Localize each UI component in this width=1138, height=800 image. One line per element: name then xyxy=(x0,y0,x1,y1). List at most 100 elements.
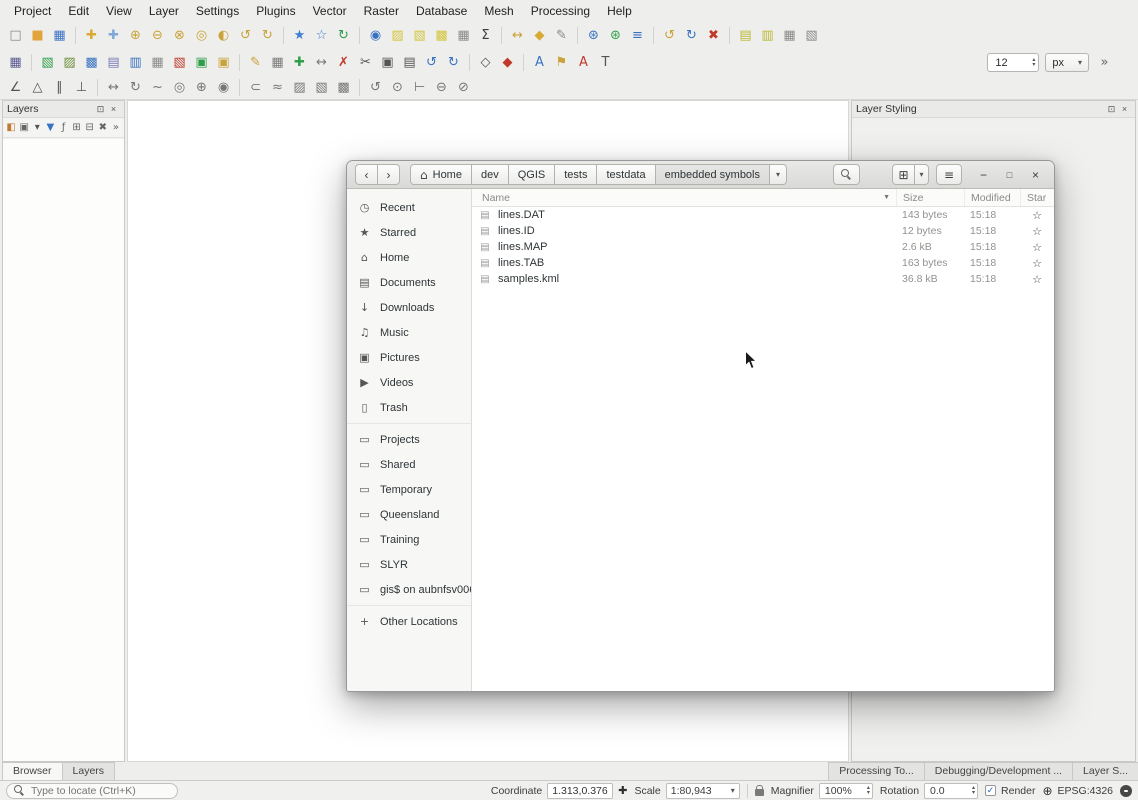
snapping-options-icon[interactable]: ◆ xyxy=(498,53,517,72)
toolbar-overflow-icon[interactable]: » xyxy=(1095,53,1114,72)
remove-layer-icon[interactable]: ✖ xyxy=(97,120,109,136)
column-modified[interactable]: Modified xyxy=(964,189,1020,206)
hamburger-menu-button[interactable]: ≡ xyxy=(936,164,962,185)
reshape-features-icon[interactable]: ≈ xyxy=(268,78,287,97)
measure-line-icon[interactable]: ↔ xyxy=(508,26,527,45)
pan-map-icon[interactable]: ✚ xyxy=(82,26,101,45)
sidebar-bookmark[interactable]: ▭ Shared xyxy=(347,452,471,477)
menubar-item[interactable]: View xyxy=(98,1,140,21)
menubar-item[interactable]: Processing xyxy=(523,1,598,21)
menubar-item[interactable]: Raster xyxy=(356,1,407,21)
sidebar-place[interactable]: ▶ Videos xyxy=(347,370,471,395)
crs-globe-icon[interactable]: ⊕ xyxy=(1042,784,1052,798)
menubar-item[interactable]: Plugins xyxy=(248,1,303,21)
menubar-item[interactable]: Database xyxy=(408,1,475,21)
path-dropdown-icon[interactable]: ▾ xyxy=(769,164,787,185)
zoom-to-layer-icon[interactable]: ◐ xyxy=(214,26,233,45)
coordinate-input[interactable] xyxy=(547,783,613,799)
messages-icon[interactable] xyxy=(1120,785,1132,797)
dock-tab[interactable]: Layer S... xyxy=(1072,762,1138,780)
sidebar-bookmark[interactable]: ▭ SLYR xyxy=(347,552,471,577)
pin-labels-icon[interactable]: ⚑ xyxy=(552,53,571,72)
add-postgis-layer-icon[interactable]: ▥ xyxy=(126,53,145,72)
add-feature-icon[interactable]: ✚ xyxy=(290,53,309,72)
scale-combo[interactable]: 1:80,943 ▾ xyxy=(666,783,740,799)
rotation-spinbox[interactable]: 0.0 ▴▾ xyxy=(924,783,978,799)
processing-toolbox-icon[interactable]: ⊛ xyxy=(584,26,603,45)
new-shapefile-layer-icon[interactable]: ▣ xyxy=(214,53,233,72)
star-toggle[interactable]: ☆ xyxy=(1032,273,1042,286)
panel-close-icon[interactable]: × xyxy=(1118,103,1131,116)
undo-icon[interactable]: ↺ xyxy=(660,26,679,45)
parallel-constraint-icon[interactable]: ∥ xyxy=(50,78,69,97)
advanced-digitizing-icon[interactable]: ∠ xyxy=(6,78,25,97)
manage-map-themes-icon[interactable]: ▾ xyxy=(31,120,43,136)
open-attribute-table-icon[interactable]: ▦ xyxy=(454,26,473,45)
layer-labeling-icon[interactable]: A xyxy=(530,53,549,72)
cut-features-icon[interactable]: ✂ xyxy=(356,53,375,72)
star-toggle[interactable]: ☆ xyxy=(1032,257,1042,270)
debug-bug-icon[interactable]: ✖ xyxy=(704,26,723,45)
close-button[interactable]: × xyxy=(1027,166,1044,183)
sidebar-place[interactable]: ⌂ Home xyxy=(347,245,471,270)
statistical-summary-icon[interactable]: Σ xyxy=(476,26,495,45)
file-row[interactable]: ▤ lines.ID 12 bytes 15:18 ☆ xyxy=(472,223,1054,239)
locate-search-box[interactable] xyxy=(6,783,178,799)
redo-icon[interactable]: ↻ xyxy=(682,26,701,45)
breadcrumb-segment[interactable]: embedded symbols xyxy=(655,164,770,185)
menubar-item[interactable]: Layer xyxy=(141,1,187,21)
data-source-manager-icon[interactable]: ▦ xyxy=(6,53,25,72)
forward-button[interactable]: › xyxy=(377,164,400,185)
redo-edits-icon[interactable]: ↻ xyxy=(444,53,463,72)
split-parts-icon[interactable]: ▧ xyxy=(312,78,331,97)
menubar-item[interactable]: Help xyxy=(599,1,640,21)
render-checkbox[interactable]: ✓ xyxy=(985,785,996,796)
delete-part-icon[interactable]: ⊘ xyxy=(454,78,473,97)
vertex-tool-icon[interactable]: ◇ xyxy=(476,53,495,72)
dock-tab[interactable]: Debugging/Development ... xyxy=(924,762,1073,780)
breadcrumb-segment[interactable]: testdata xyxy=(596,164,655,185)
minimize-button[interactable]: − xyxy=(975,166,992,183)
sidebar-other-locations[interactable]: + Other Locations xyxy=(347,609,471,634)
project-open-icon[interactable]: ■ xyxy=(28,26,47,45)
star-toggle[interactable]: ☆ xyxy=(1032,241,1042,254)
layers-tree[interactable] xyxy=(3,139,124,761)
unit-combo[interactable]: px ▾ xyxy=(1045,53,1089,72)
save-layer-edits-icon[interactable]: ▦ xyxy=(268,53,287,72)
sidebar-bookmark[interactable]: ▭ Projects xyxy=(347,427,471,452)
new-annotation-icon[interactable]: ✎ xyxy=(552,26,571,45)
zoom-in-icon[interactable]: ⊕ xyxy=(126,26,145,45)
expand-all-icon[interactable]: ⊞ xyxy=(71,120,83,136)
view-options-caret[interactable]: ▾ xyxy=(914,164,929,185)
delete-selected-icon[interactable]: ✗ xyxy=(334,53,353,72)
zoom-out-icon[interactable]: ⊖ xyxy=(148,26,167,45)
sidebar-bookmark[interactable]: ▭ Training xyxy=(347,527,471,552)
merge-features-icon[interactable]: ▩ xyxy=(334,78,353,97)
layout-add-icon[interactable]: ▧ xyxy=(802,26,821,45)
perpendicular-constraint-icon[interactable]: ⊥ xyxy=(72,78,91,97)
add-group-icon[interactable]: ▣ xyxy=(18,120,30,136)
add-ring-icon[interactable]: ◎ xyxy=(170,78,189,97)
split-features-icon[interactable]: ▨ xyxy=(290,78,309,97)
fill-ring-icon[interactable]: ◉ xyxy=(214,78,233,97)
breadcrumb-home[interactable]: ⌂ Home xyxy=(410,164,472,185)
menubar-item[interactable]: Settings xyxy=(188,1,247,21)
back-button[interactable]: ‹ xyxy=(355,164,378,185)
project-save-icon[interactable]: ▦ xyxy=(50,26,69,45)
add-raster-layer-icon[interactable]: ▨ xyxy=(60,53,79,72)
breadcrumb-segment[interactable]: tests xyxy=(554,164,597,185)
trim-extend-icon[interactable]: ⊢ xyxy=(410,78,429,97)
sidebar-place[interactable]: ↓ Downloads xyxy=(347,295,471,320)
dock-tab[interactable]: Browser xyxy=(2,762,63,780)
simplify-feature-icon[interactable]: ~ xyxy=(148,78,167,97)
zoom-to-selection-icon[interactable]: ◎ xyxy=(192,26,211,45)
menubar-item[interactable]: Vector xyxy=(305,1,355,21)
spinner-arrows-icon[interactable]: ▴▾ xyxy=(1032,58,1035,68)
show-bookmarks-icon[interactable]: ☆ xyxy=(312,26,331,45)
sidebar-place[interactable]: ♫ Music xyxy=(347,320,471,345)
sidebar-bookmark[interactable]: ▭ gis$ on aubnfsv006 xyxy=(347,577,471,602)
metasearch-icon[interactable]: ▥ xyxy=(758,26,777,45)
lock-scale-icon[interactable] xyxy=(755,789,764,796)
dock-tab[interactable]: Layers xyxy=(62,762,116,780)
menubar-item[interactable]: Project xyxy=(6,1,59,21)
